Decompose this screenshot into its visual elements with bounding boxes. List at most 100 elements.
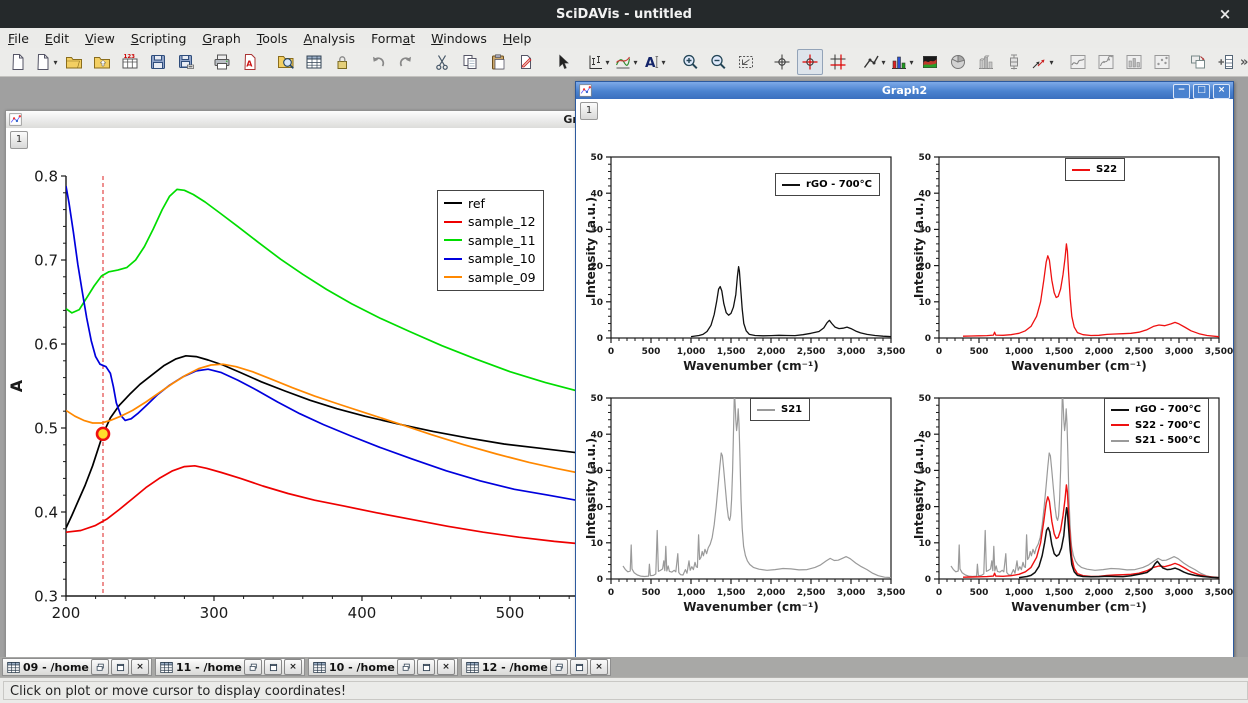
taskbar-window-3[interactable]: 10 - /home/...× [308, 658, 458, 676]
append-project-button[interactable] [89, 49, 115, 75]
svg-text:0: 0 [597, 575, 603, 585]
menu-format[interactable]: Format [363, 29, 423, 48]
bars3d-plot-button[interactable] [973, 49, 999, 75]
app-close-button[interactable]: × [1212, 0, 1238, 28]
dropdown-arrow-icon: ▾ [909, 58, 913, 67]
menu-view[interactable]: View [77, 29, 123, 48]
lock-toolbars-button[interactable] [329, 49, 355, 75]
legend[interactable]: rGO - 700°CS22 - 700°CS21 - 500°C [1104, 398, 1209, 453]
arrange-layers-button[interactable] [1185, 49, 1211, 75]
chart-raman-rgo700[interactable]: 05001,0001,5002,0002,5003,0003,500010203… [586, 117, 908, 397]
chart-uvvis[interactable]: 2003004005000.30.40.50.60.70.8Arefsample… [6, 128, 581, 653]
close-button[interactable]: × [590, 659, 608, 675]
menu-graph[interactable]: Graph [194, 29, 248, 48]
svg-text:2,000: 2,000 [757, 347, 785, 357]
add-text-button[interactable]: A▾ [641, 49, 667, 75]
layer-button-1[interactable]: 1 [10, 131, 28, 149]
restore-button[interactable] [91, 659, 109, 675]
legend-swatch [757, 409, 775, 411]
legend[interactable]: S22 [1065, 158, 1125, 181]
menu-scripting[interactable]: Scripting [123, 29, 195, 48]
restore-button[interactable] [550, 659, 568, 675]
pointer-button[interactable] [549, 49, 575, 75]
plot3d-trajectory-button[interactable] [1093, 49, 1119, 75]
line-plot-menu-button[interactable]: ▾ [861, 49, 887, 75]
menu-tools[interactable]: Tools [249, 29, 296, 48]
window-graph2[interactable]: Graph2 −□× 1 05001,0001,5002,0002,5003,0… [575, 81, 1234, 657]
select-range-button[interactable] [825, 49, 851, 75]
pointer-icon [553, 53, 571, 71]
show-table-button[interactable] [301, 49, 327, 75]
layer-button-1[interactable]: 1 [580, 102, 598, 120]
new-project-button[interactable] [5, 49, 31, 75]
paste-button[interactable] [485, 49, 511, 75]
save-project-button[interactable] [145, 49, 171, 75]
menu-file[interactable]: File [0, 29, 37, 48]
close-button[interactable]: × [437, 659, 455, 675]
chart-raman-combined[interactable]: 05001,0001,5002,0002,5003,0003,500010203… [914, 358, 1233, 638]
window-graph2-titlebar[interactable]: Graph2 −□× [576, 82, 1233, 99]
chart-raman-s22[interactable]: 05001,0001,5002,0002,5003,0003,500010203… [914, 117, 1233, 397]
data-reader-button[interactable] [797, 49, 823, 75]
project-explorer-button[interactable] [273, 49, 299, 75]
svg-text:0.4: 0.4 [34, 503, 58, 521]
save-template-button[interactable] [173, 49, 199, 75]
colormap-plot-button[interactable] [917, 49, 943, 75]
menu-windows[interactable]: Windows [423, 29, 495, 48]
menu-help[interactable]: Help [495, 29, 540, 48]
plot3d-bars-button[interactable] [1121, 49, 1147, 75]
chart-raman-s21[interactable]: 05001,0001,5002,0002,5003,0003,500010203… [586, 358, 908, 638]
curves-menu-button[interactable]: ▾ [613, 49, 639, 75]
close-button[interactable]: × [284, 659, 302, 675]
redo-button[interactable] [393, 49, 419, 75]
zoom-out-button[interactable] [705, 49, 731, 75]
menu-analysis[interactable]: Analysis [296, 29, 364, 48]
legend[interactable]: refsample_12sample_11sample_10sample_09 [437, 190, 544, 291]
axes-menu-button[interactable]: ▾ [585, 49, 611, 75]
taskbar-window-1[interactable]: 09 - /home/...× [2, 658, 152, 676]
rescale-button[interactable] [733, 49, 759, 75]
close-button[interactable]: × [131, 659, 149, 675]
arrange-icon [1189, 53, 1207, 71]
legend[interactable]: S21 [750, 398, 810, 421]
maximize-button[interactable] [111, 659, 129, 675]
window-graph2-minimize-button[interactable]: − [1173, 84, 1190, 99]
pie-plot-button[interactable] [945, 49, 971, 75]
vector-plot-menu-button[interactable]: ▾ [1029, 49, 1055, 75]
addcol-icon [1217, 53, 1235, 71]
restore-button[interactable] [397, 659, 415, 675]
maximize-button[interactable] [264, 659, 282, 675]
maximize-button[interactable] [570, 659, 588, 675]
taskbar-window-2[interactable]: 11 - /home/...× [155, 658, 305, 676]
export-pdf-button[interactable]: A [237, 49, 263, 75]
svg-text:2,000: 2,000 [1085, 588, 1113, 598]
legend[interactable]: rGO - 700°C [775, 173, 880, 196]
legend-label: S22 [1096, 164, 1117, 175]
screen-reader-button[interactable] [769, 49, 795, 75]
legend-label: sample_09 [468, 270, 536, 285]
clear-button[interactable] [513, 49, 539, 75]
cut-button[interactable] [429, 49, 455, 75]
plot3d-surface-button[interactable] [1065, 49, 1091, 75]
undo-button[interactable] [365, 49, 391, 75]
taskbar-window-4[interactable]: 12 - /home/...× [461, 658, 611, 676]
window-graph2-close-button[interactable]: × [1213, 84, 1230, 99]
svg-text:0: 0 [936, 588, 942, 598]
window-graph2-maximize-button[interactable]: □ [1193, 84, 1210, 99]
open-project-button[interactable] [61, 49, 87, 75]
restore-button[interactable] [244, 659, 262, 675]
import-ascii-button[interactable]: 123 [117, 49, 143, 75]
toolbar-overflow-button[interactable]: » [1240, 55, 1248, 70]
copy-button[interactable] [457, 49, 483, 75]
box-plot-button[interactable] [1001, 49, 1027, 75]
legend-entry: S22 [1072, 162, 1117, 177]
new-aspect-button[interactable]: ▾ [33, 49, 59, 75]
plot3d-scatter-button[interactable] [1149, 49, 1175, 75]
bar-plot-menu-button[interactable]: ▾ [889, 49, 915, 75]
add-column-button[interactable] [1213, 49, 1239, 75]
svg-text:3,500: 3,500 [1205, 347, 1233, 357]
maximize-button[interactable] [417, 659, 435, 675]
print-button[interactable] [209, 49, 235, 75]
zoom-in-button[interactable] [677, 49, 703, 75]
menu-edit[interactable]: Edit [37, 29, 77, 48]
